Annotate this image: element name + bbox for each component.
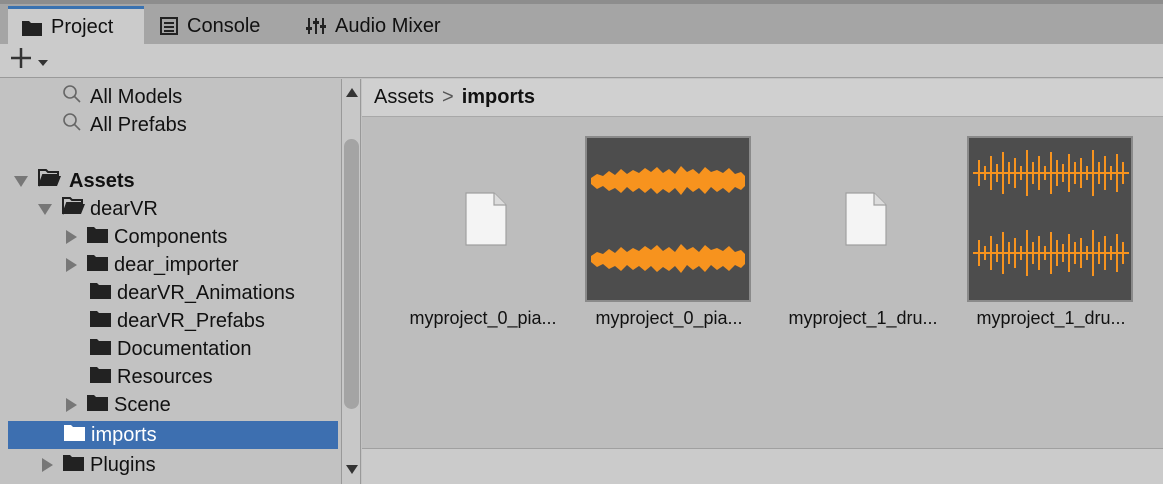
asset-item[interactable]: myproject_1_dru...: [958, 136, 1133, 366]
tree-item-label: Documentation: [117, 337, 252, 360]
expand-arrow-icon[interactable]: [42, 458, 53, 472]
audio-waveform-thumbnail: [585, 136, 751, 302]
tree-item-assets[interactable]: Assets: [0, 167, 340, 195]
expand-arrow-icon[interactable]: [66, 230, 77, 244]
tree-item-all-prefabs[interactable]: All Prefabs: [0, 111, 340, 139]
tree-item-dearvr-animations[interactable]: dearVR_Animations: [0, 279, 340, 307]
asset-browser-footer: [362, 448, 1163, 484]
tree-item-plugins[interactable]: Plugins: [0, 451, 340, 479]
search-icon: [62, 112, 82, 138]
tree-item-label: Assets: [69, 169, 135, 192]
breadcrumb-separator: >: [442, 86, 454, 108]
project-tree: All Models All Prefabs Assets dearVR Com…: [0, 79, 342, 484]
tab-console[interactable]: Console: [158, 8, 260, 44]
folder-icon: [87, 226, 108, 249]
asset-thumbnail: [399, 136, 565, 302]
tree-item-components[interactable]: Components: [0, 223, 340, 251]
open-folder-icon: [62, 197, 86, 221]
tab-audio-mixer[interactable]: Audio Mixer: [304, 8, 441, 44]
folder-icon: [63, 454, 84, 477]
open-folder-icon: [38, 169, 62, 193]
chevron-down-icon: [38, 50, 48, 73]
asset-name: myproject_0_pia...: [595, 308, 743, 328]
tree-item-dearvr[interactable]: dearVR: [0, 195, 340, 223]
asset-grid: myproject_0_pia... myproject_0_pia... my…: [362, 118, 1163, 448]
console-icon: [160, 17, 178, 35]
audio-waveform-thumbnail: [967, 136, 1133, 302]
folder-icon: [87, 254, 108, 277]
tree-item-label: Scene: [114, 393, 171, 416]
tree-item-scene[interactable]: Scene: [0, 391, 340, 419]
tab-audio-mixer-label: Audio Mixer: [335, 14, 441, 37]
tree-item-label: dearVR_Animations: [117, 281, 295, 304]
tree-scrollbar[interactable]: [342, 79, 361, 484]
asset-name: myproject_1_dru...: [976, 308, 1126, 328]
folder-icon: [90, 310, 111, 333]
tab-project[interactable]: Project: [8, 6, 144, 46]
tree-item-label: Components: [114, 225, 228, 248]
scroll-down-arrow-icon[interactable]: [346, 465, 358, 474]
tab-console-label: Console: [187, 14, 261, 37]
tree-item-label: dear_importer: [114, 253, 239, 276]
tree-item-label: imports: [91, 423, 157, 446]
asset-item[interactable]: myproject_0_pia...: [390, 136, 560, 366]
mixer-icon: [306, 17, 326, 35]
waveform-graphic: [973, 150, 1129, 276]
folder-icon: [90, 338, 111, 361]
expand-arrow-icon[interactable]: [66, 398, 77, 412]
breadcrumb: Assets > imports: [362, 79, 1163, 117]
tree-item-dearvr-prefabs[interactable]: dearVR_Prefabs: [0, 307, 340, 335]
expand-arrow-icon[interactable]: [14, 175, 28, 187]
tree-item-imports[interactable]: imports: [8, 421, 338, 449]
asset-thumbnail: [779, 136, 945, 302]
expand-arrow-icon[interactable]: [66, 258, 77, 272]
tree-item-label: All Prefabs: [90, 113, 187, 136]
tab-bar: Project Console Audio Mixer: [0, 0, 1163, 46]
tree-item-all-models[interactable]: All Models: [0, 83, 340, 111]
asset-browser: Assets > imports myproject_0_pia... mypr…: [362, 79, 1163, 484]
breadcrumb-assets[interactable]: Assets: [374, 86, 434, 109]
scroll-up-arrow-icon[interactable]: [346, 88, 358, 97]
folder-icon: [22, 19, 42, 36]
tree-item-dear-importer[interactable]: dear_importer: [0, 251, 340, 279]
file-icon: [845, 192, 887, 252]
folder-icon: [90, 366, 111, 389]
tree-item-documentation[interactable]: Documentation: [0, 335, 340, 363]
asset-name: myproject_1_dru...: [788, 308, 938, 328]
asset-name: myproject_0_pia...: [409, 308, 557, 328]
file-icon: [465, 192, 507, 252]
folder-icon: [90, 282, 111, 305]
scrollbar-thumb[interactable]: [344, 139, 359, 409]
breadcrumb-current[interactable]: imports: [462, 86, 535, 109]
tree-item-label: dearVR_Prefabs: [117, 309, 265, 332]
tree-item-label: Resources: [117, 365, 213, 388]
asset-item[interactable]: myproject_1_dru...: [770, 136, 940, 366]
waveform-graphic: [591, 166, 745, 273]
tree-item-label: All Models: [90, 85, 183, 108]
folder-icon: [87, 394, 108, 417]
create-button[interactable]: [10, 47, 66, 75]
folder-icon: [64, 424, 85, 447]
tab-project-label: Project: [51, 16, 114, 38]
expand-arrow-icon[interactable]: [38, 203, 52, 215]
tree-item-resources[interactable]: Resources: [0, 363, 340, 391]
search-icon: [62, 84, 82, 110]
plus-icon: [10, 47, 32, 75]
tree-item-label: Plugins: [90, 453, 156, 476]
toolbar: [0, 44, 1163, 78]
tree-item-label: dearVR: [90, 197, 158, 220]
asset-item[interactable]: myproject_0_pia...: [576, 136, 751, 366]
